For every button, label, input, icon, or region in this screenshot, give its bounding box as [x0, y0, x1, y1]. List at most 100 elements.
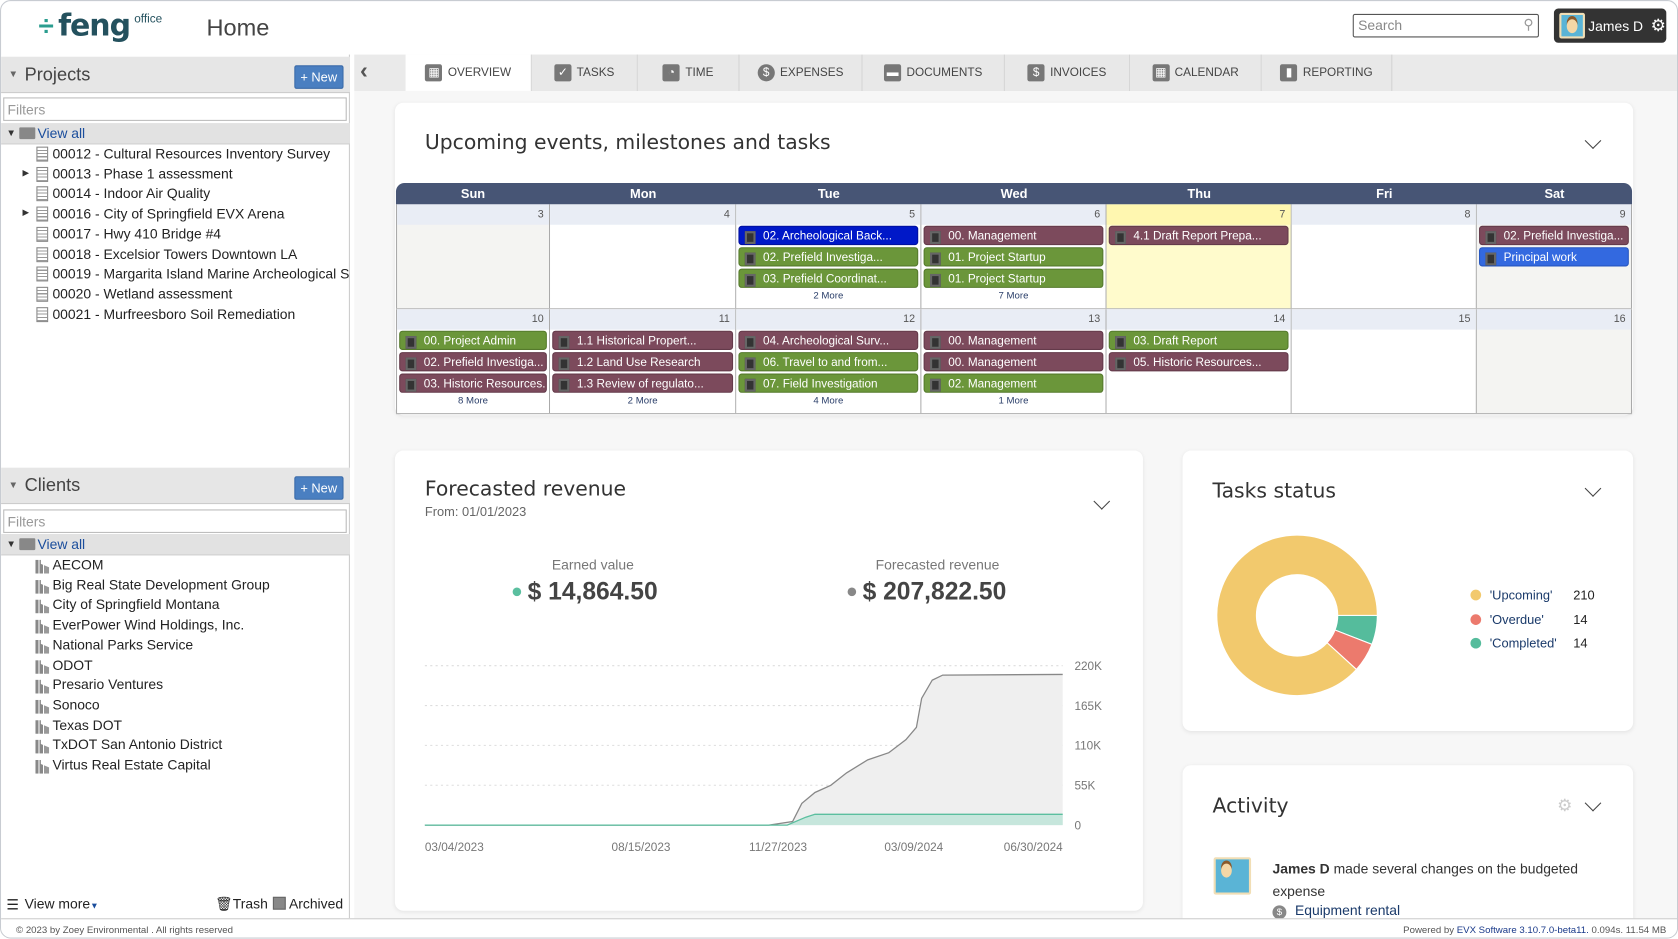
calendar-event[interactable]: 01. Project Startup: [923, 268, 1104, 288]
project-item[interactable]: 00014 - Indoor Air Quality: [1, 184, 350, 204]
calendar-day[interactable]: 11 1.1 Historical Propert... 1.2 Land Use …: [550, 309, 737, 414]
more-link[interactable]: 2 More: [550, 395, 735, 406]
powered-link[interactable]: EVX Software 3.10.7.0-beta11.: [1457, 925, 1589, 936]
chevron-down-icon[interactable]: [1584, 480, 1602, 497]
calendar-day[interactable]: 5 02. Archeological Back... 02. Prefield I…: [736, 204, 922, 309]
archived-button[interactable]: Archived: [272, 896, 343, 912]
calendar-day[interactable]: 6 00. Management 01. Project Startup 01. Pr…: [921, 204, 1107, 309]
calendar-event[interactable]: Principal work: [1479, 247, 1629, 267]
legend-item[interactable]: 'Overdue' 14: [1470, 607, 1594, 631]
calendar-day[interactable]: 16: [1476, 309, 1633, 414]
calendar-event[interactable]: 4.1 Draft Report Prepa...: [1108, 225, 1289, 246]
expand-triangle-icon[interactable]: ▼: [6, 127, 16, 138]
client-item[interactable]: AECOM: [1, 555, 350, 575]
more-link[interactable]: 2 More: [736, 290, 920, 301]
calendar-event[interactable]: 1.1 Historical Propert...: [552, 330, 734, 350]
client-item[interactable]: Sonoco: [1, 696, 350, 716]
expand-arrow-icon[interactable]: ▶: [22, 208, 29, 218]
search-input[interactable]: Search ⚲: [1352, 13, 1539, 38]
calendar-day[interactable]: 8: [1291, 204, 1477, 309]
project-item[interactable]: 00021 - Murfreesboro Soil Remediation: [1, 305, 350, 325]
trash-button[interactable]: 🗑Trash: [215, 896, 268, 913]
calendar-day[interactable]: 13 00. Management 00. Management 02. Manage…: [921, 309, 1107, 414]
activity-user[interactable]: James D: [1272, 860, 1329, 876]
new-client-button[interactable]: + New: [293, 476, 344, 500]
pie-slice[interactable]: [1216, 534, 1378, 697]
user-menu[interactable]: James D ⚙: [1553, 8, 1667, 43]
calendar-day[interactable]: 12 04. Archeological Surv... 06. Travel to…: [736, 309, 922, 414]
projects-filter-input[interactable]: Filters: [3, 97, 347, 121]
project-item[interactable]: ▶ 00013 - Phase 1 assessment: [1, 164, 350, 184]
legend-item[interactable]: 'Upcoming' 210: [1470, 583, 1595, 607]
more-link[interactable]: 7 More: [921, 290, 1105, 301]
search-icon[interactable]: ⚲: [1523, 16, 1533, 33]
calendar-event[interactable]: 05. Historic Resources...: [1108, 352, 1289, 372]
calendar-event[interactable]: 00. Management: [923, 225, 1104, 246]
calendar-event[interactable]: 06. Travel to and from...: [738, 352, 919, 372]
collapse-triangle-icon[interactable]: ▼: [9, 68, 19, 79]
calendar-event[interactable]: 1.3 Review of regulato...: [552, 373, 734, 393]
client-item[interactable]: Big Real State Development Group: [1, 575, 350, 595]
calendar-event[interactable]: 03. Prefield Coordinat...: [738, 268, 919, 288]
view-more-button[interactable]: View more▼: [25, 896, 99, 912]
client-item[interactable]: ODOT: [1, 655, 350, 675]
client-item[interactable]: EverPower Wind Holdings, Inc.: [1, 615, 350, 635]
calendar-event[interactable]: 07. Field Investigation: [738, 373, 919, 393]
calendar-event[interactable]: 02. Prefield Investiga...: [399, 352, 547, 372]
client-item[interactable]: City of Springfield Montana: [1, 595, 350, 615]
calendar-day[interactable]: 4: [550, 204, 737, 309]
chevron-down-icon[interactable]: [1584, 132, 1602, 150]
projects-view-all[interactable]: ▼ View all: [1, 123, 350, 145]
calendar-event[interactable]: 02. Prefield Investiga...: [738, 247, 919, 267]
collapse-triangle-icon[interactable]: ▼: [9, 479, 19, 490]
client-item[interactable]: National Parks Service: [1, 635, 350, 655]
more-link[interactable]: 8 More: [397, 395, 549, 406]
calendar-event[interactable]: 00. Project Admin: [399, 330, 547, 350]
tab-expenses[interactable]: $ EXPENSES: [739, 54, 863, 91]
calendar-event[interactable]: 01. Project Startup: [923, 247, 1104, 267]
calendar-event[interactable]: 00. Management: [923, 352, 1104, 372]
calendar-event[interactable]: 02. Archeological Back...: [738, 225, 919, 246]
client-item[interactable]: TxDOT San Antonio District: [1, 736, 350, 756]
gear-icon[interactable]: ⚙: [1651, 15, 1666, 36]
calendar-event[interactable]: 03. Historic Resources...: [399, 373, 547, 393]
calendar-day[interactable]: 14 03. Draft Report 05. Historic Resources…: [1106, 309, 1292, 414]
tab-overview[interactable]: ▦ OVERVIEW: [405, 54, 532, 91]
clients-view-all[interactable]: ▼ View all: [1, 534, 350, 556]
calendar-day[interactable]: 3: [395, 204, 551, 309]
chevron-down-icon[interactable]: [1584, 794, 1602, 812]
calendar-day[interactable]: 7 4.1 Draft Report Prepa...: [1106, 204, 1292, 309]
tab-tasks[interactable]: ✓ TASKS: [531, 54, 638, 91]
tab-invoices[interactable]: $ INVOICES: [1004, 54, 1131, 91]
calendar-event[interactable]: 02. Management: [923, 373, 1104, 393]
project-item[interactable]: 00020 - Wetland assessment: [1, 285, 350, 305]
client-item[interactable]: Presario Ventures: [1, 675, 350, 695]
project-item[interactable]: 00012 - Cultural Resources Inventory Sur…: [1, 144, 350, 164]
expand-triangle-icon[interactable]: ▼: [6, 538, 16, 549]
clients-filter-input[interactable]: Filters: [3, 509, 347, 533]
calendar-event[interactable]: 1.2 Land Use Research: [552, 352, 734, 372]
expand-arrow-icon[interactable]: ▶: [22, 168, 29, 178]
calendar-event[interactable]: 03. Draft Report: [1108, 330, 1289, 350]
project-item[interactable]: 00017 - Hwy 410 Bridge #4: [1, 225, 350, 245]
activity-link[interactable]: $ Equipment rental: [1272, 902, 1400, 920]
collapse-sidebar-icon[interactable]: ‹: [352, 55, 376, 91]
tab-reporting[interactable]: ▮ REPORTING: [1261, 54, 1393, 91]
project-item[interactable]: 00019 - Margarita Island Marine Archeolo…: [1, 265, 350, 285]
client-item[interactable]: Texas DOT: [1, 716, 350, 736]
settings-gear-icon[interactable]: ⚙: [1557, 795, 1572, 816]
legend-item[interactable]: 'Completed' 14: [1470, 631, 1594, 655]
calendar-day[interactable]: 15: [1291, 309, 1477, 414]
project-item[interactable]: 00018 - Excelsior Towers Downtown LA: [1, 245, 350, 265]
tab-time[interactable]: ◔ TIME: [637, 54, 740, 91]
tab-documents[interactable]: ▬ DOCUMENTS: [862, 54, 1005, 91]
new-project-button[interactable]: + New: [293, 65, 344, 89]
calendar-event[interactable]: 04. Archeological Surv...: [738, 330, 919, 350]
project-item[interactable]: ▶ 00016 - City of Springfield EVX Arena: [1, 205, 350, 225]
feng-office-logo[interactable]: ÷ feng office: [39, 9, 163, 42]
calendar-day[interactable]: 9 02. Prefield Investiga... Principal work: [1476, 204, 1633, 309]
more-link[interactable]: 1 More: [921, 395, 1105, 406]
more-link[interactable]: 4 More: [736, 395, 920, 406]
calendar-event[interactable]: 02. Prefield Investiga...: [1479, 225, 1629, 246]
calendar-day[interactable]: 10 00. Project Admin 02. Prefield Investig…: [395, 309, 551, 414]
